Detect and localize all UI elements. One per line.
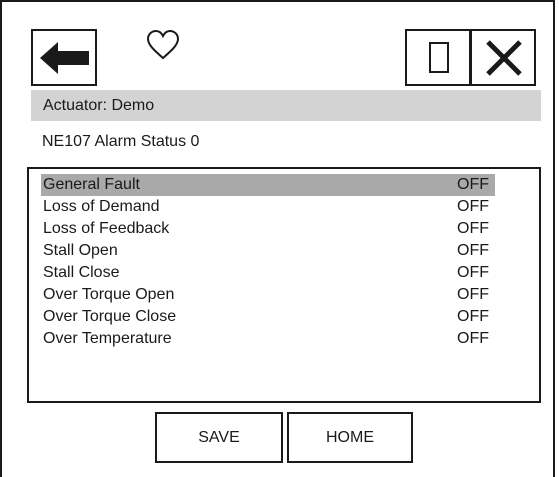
home-button[interactable]: HOME bbox=[287, 412, 413, 463]
alarm-row[interactable]: Stall Close OFF bbox=[41, 262, 495, 284]
alarm-value: OFF bbox=[457, 198, 489, 215]
alarm-row[interactable]: Loss of Feedback OFF bbox=[41, 218, 495, 240]
close-button[interactable] bbox=[470, 29, 536, 86]
alarm-row[interactable]: Over Torque Close OFF bbox=[41, 306, 495, 328]
alarm-value: OFF bbox=[457, 308, 489, 325]
alarm-value: OFF bbox=[457, 242, 489, 259]
alarm-label: Over Temperature bbox=[43, 330, 172, 347]
alarm-label: Over Torque Close bbox=[43, 308, 177, 325]
alarm-list-box[interactable]: General Fault OFF Loss of Demand OFF Loss of… bbox=[27, 167, 541, 403]
page-title: NE107 Alarm Status 0 bbox=[42, 133, 200, 150]
arrow-left-icon bbox=[40, 42, 89, 74]
alarm-label: General Fault bbox=[43, 176, 140, 193]
alarm-label: Stall Open bbox=[43, 242, 118, 259]
alarm-label: Over Torque Open bbox=[43, 286, 175, 303]
alarm-value: OFF bbox=[457, 264, 489, 281]
alarm-label: Stall Close bbox=[43, 264, 120, 281]
alarm-list: General Fault OFF Loss of Demand OFF Loss of… bbox=[41, 174, 495, 350]
alarm-value: OFF bbox=[457, 176, 489, 193]
alarm-row[interactable]: Loss of Demand OFF bbox=[41, 196, 495, 218]
window-button[interactable] bbox=[405, 29, 471, 86]
actuator-label: Actuator: Demo bbox=[31, 90, 541, 121]
alarm-label: Loss of Demand bbox=[43, 198, 160, 215]
square-outline-icon bbox=[429, 42, 449, 73]
alarm-row[interactable]: General Fault OFF bbox=[41, 174, 495, 196]
alarm-row[interactable]: Stall Open OFF bbox=[41, 240, 495, 262]
alarm-value: OFF bbox=[457, 286, 489, 303]
alarm-value: OFF bbox=[457, 330, 489, 347]
alarm-row[interactable]: Over Temperature OFF bbox=[41, 328, 495, 350]
alarm-row[interactable]: Over Torque Open OFF bbox=[41, 284, 495, 306]
close-x-icon bbox=[486, 40, 522, 76]
back-button[interactable] bbox=[31, 29, 97, 86]
save-button[interactable]: SAVE bbox=[155, 412, 283, 463]
alarm-value: OFF bbox=[457, 220, 489, 237]
heart-outline-icon[interactable] bbox=[146, 29, 180, 61]
alarm-label: Loss of Feedback bbox=[43, 220, 170, 237]
